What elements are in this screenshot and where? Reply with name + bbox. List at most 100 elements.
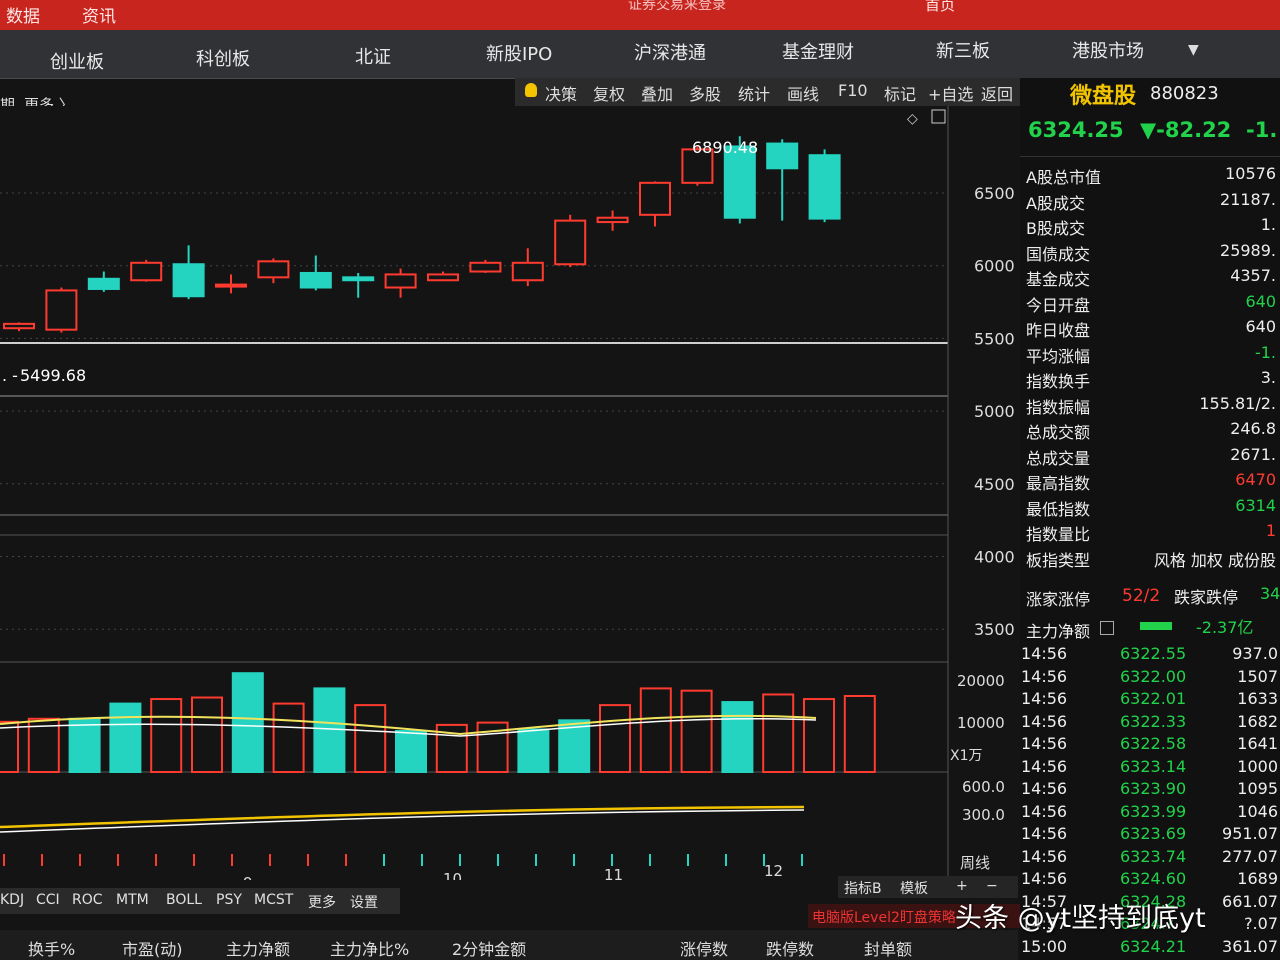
down-label: 跌家跌停 (1174, 588, 1239, 607)
tick-time: 14:56 (1021, 689, 1068, 708)
indicator-side-button-1[interactable]: 模板 (900, 878, 928, 898)
stat-label: 基金成交 (1026, 270, 1091, 289)
adjust-button[interactable]: 复权 (593, 81, 625, 105)
candle-body (130, 261, 163, 282)
tab-connect[interactable]: 沪深港通 (634, 39, 706, 65)
stat-label: 今日开盘 (1026, 295, 1091, 315)
tab-hk[interactable]: 港股市场 (1072, 37, 1144, 63)
multi-stock-button[interactable]: 多股 (689, 81, 721, 105)
column-header-4[interactable]: 2分钟金额 (452, 936, 526, 960)
add-watchlist-button[interactable]: +自选 (928, 81, 973, 105)
bulb-icon (525, 83, 537, 97)
indicator-side-buttons: 指标B 模板 + − (838, 876, 1018, 898)
panel-divider (1020, 156, 1280, 157)
tab-neeq[interactable]: 新三板 (936, 37, 990, 63)
volume-axis-1: 20000 (957, 672, 1005, 690)
menu-news[interactable]: 资讯 (82, 2, 116, 27)
price-tick: 4500 (974, 475, 1015, 494)
volume-bar (762, 693, 795, 773)
tick-time: 14:56 (1021, 644, 1068, 663)
volume-bar (599, 704, 631, 773)
kline-chart[interactable]: 6500 6000 5500 5000 4500 4000 3500 ◇ 6890.48 .… (0, 106, 1018, 880)
tab-chinext[interactable]: 创业板 (50, 48, 104, 74)
column-header-7[interactable]: 封单额 (864, 936, 912, 960)
candle-body (469, 261, 502, 273)
menu-home[interactable]: 首页 (925, 0, 955, 15)
stat-label: 总成交量 (1026, 448, 1091, 468)
level2-text[interactable]: 电脑版Level2盯盘策略 (812, 907, 956, 927)
overlay-button[interactable]: 叠加 (641, 81, 673, 105)
stat-label: A股成交 (1026, 193, 1085, 213)
indicator-side-button-2[interactable]: + (956, 878, 968, 894)
low-label-prefix: . - (2, 366, 18, 385)
indicator-side-button-0[interactable]: 指标B (844, 878, 882, 898)
candle-body (427, 273, 459, 282)
tick-volume: 1046 (1237, 801, 1278, 821)
indicator-tab-2[interactable]: ROC (72, 892, 103, 908)
mark-button[interactable]: 标记 (884, 81, 916, 105)
volume-bar (0, 720, 19, 774)
flow-info-icon[interactable] (1100, 621, 1114, 635)
stat-label: 最高指数 (1026, 474, 1091, 493)
stat-value: 25989. (1220, 240, 1276, 260)
decision-button[interactable]: 决策 (545, 81, 577, 105)
stats-button[interactable]: 统计 (738, 81, 770, 105)
volume-unit: X1万 (950, 748, 983, 764)
tab-ipo[interactable]: 新股IPO (486, 40, 552, 66)
stat-value: 3. (1260, 368, 1276, 387)
tick-volume: 951.07 (1222, 824, 1278, 843)
column-header-2[interactable]: 主力净额 (226, 936, 290, 960)
tick-price: 6323.90 (1120, 779, 1187, 798)
volume-bar (109, 702, 142, 773)
indicator-tab-1[interactable]: CCI (36, 892, 60, 908)
menu-data[interactable]: 数据 (6, 2, 40, 27)
volume-axis-2: 10000 (957, 714, 1005, 732)
column-header-5[interactable]: 涨停数 (680, 936, 728, 960)
tab-star[interactable]: 科创板 (196, 45, 250, 71)
chevron-down-icon[interactable]: ▼ (1188, 42, 1199, 58)
volume-bar (313, 687, 346, 774)
column-header-3[interactable]: 主力净比% (330, 936, 409, 960)
indicator-tab-4[interactable]: BOLL (166, 892, 202, 908)
indicator-tab-8[interactable]: 设置 (350, 892, 378, 912)
period-type[interactable]: 周线 (960, 854, 990, 872)
candle-body (808, 154, 841, 220)
tick-time: 14:56 (1021, 869, 1068, 888)
column-header-6[interactable]: 跌停数 (766, 936, 814, 960)
volume-bar (721, 701, 754, 774)
login-hint[interactable]: 证券交易来登录 (628, 0, 726, 14)
tick-price: 6324.21 (1120, 936, 1187, 956)
market-nav: 创业板 科创板 北证 新股IPO 沪深港通 基金理财 新三板 港股市场 ▼ (0, 30, 1280, 79)
volume-bar (191, 696, 223, 774)
stat-label: 平均涨幅 (1026, 346, 1091, 366)
stat-value: 6314 (1235, 495, 1276, 515)
column-header-0[interactable]: 换手% (28, 936, 75, 960)
tab-bse[interactable]: 北证 (355, 43, 391, 69)
tick-price: 6323.74 (1120, 846, 1187, 866)
stat-label: 总成交额 (1026, 423, 1091, 442)
tick-price: 6324.60 (1120, 869, 1187, 888)
ind-axis-1: 600.0 (962, 778, 1005, 796)
tick-price: 6323.99 (1120, 801, 1187, 821)
volume-bar (803, 698, 835, 773)
tab-funds[interactable]: 基金理财 (782, 38, 854, 64)
indicator-tab-7[interactable]: 更多 (308, 892, 336, 912)
back-button[interactable]: 返回 (981, 81, 1013, 105)
f10-button[interactable]: F10 (838, 81, 868, 100)
indicator-side-button-3[interactable]: − (986, 878, 998, 894)
main-flow-label: 主力净额 (1026, 622, 1091, 641)
stat-value: 6470 (1235, 470, 1276, 489)
list-header: 换手% 市盈(动) 主力净额 主力净比% 2分钟金额 涨停数 跌停数 封单额 (0, 930, 1018, 960)
tick-price: 6323.14 (1120, 756, 1187, 776)
indicator-tab-3[interactable]: MTM (116, 892, 149, 908)
month-label-10: 10 (443, 870, 462, 880)
volume-bar (272, 702, 305, 773)
indicator-tab-6[interactable]: MCST (254, 892, 293, 908)
indicator-tab-0[interactable]: KDJ (0, 892, 24, 908)
indicator-tab-5[interactable]: PSY (216, 892, 242, 908)
stat-value: 风格 加权 成份股 (1153, 550, 1276, 570)
diamond-icon[interactable]: ◇ (907, 111, 918, 127)
low-label: 5499.68 (20, 366, 86, 385)
draw-button[interactable]: 画线 (787, 81, 819, 105)
column-header-1[interactable]: 市盈(动) (122, 936, 183, 960)
